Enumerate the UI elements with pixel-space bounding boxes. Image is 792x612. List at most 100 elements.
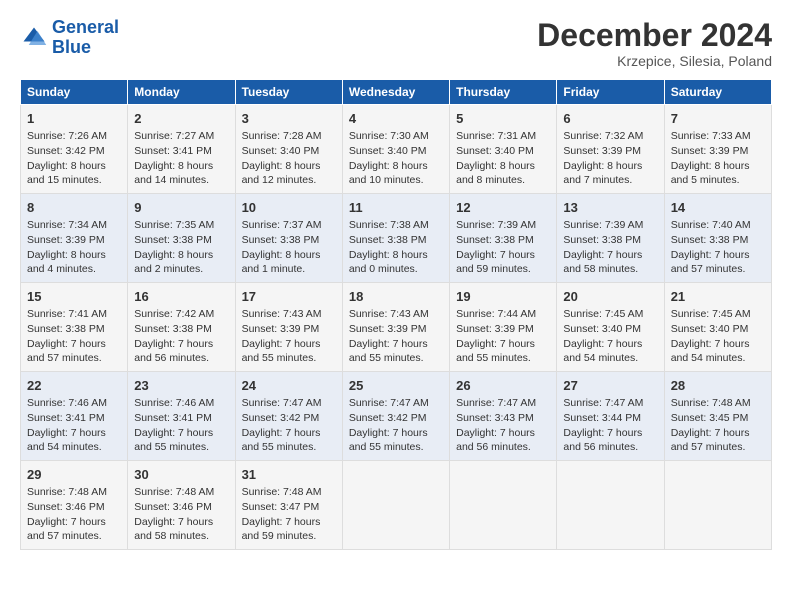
table-row: 19Sunrise: 7:44 AMSunset: 3:39 PMDayligh…	[450, 283, 557, 372]
col-thursday: Thursday	[450, 80, 557, 105]
sunset: Sunset: 3:40 PM	[671, 323, 749, 335]
daylight: Daylight: 7 hours and 55 minutes.	[242, 427, 321, 454]
sunrise: Sunrise: 7:46 AM	[134, 397, 214, 409]
sunset: Sunset: 3:42 PM	[242, 412, 320, 424]
daylight: Daylight: 7 hours and 59 minutes.	[242, 516, 321, 543]
table-row: 23Sunrise: 7:46 AMSunset: 3:41 PMDayligh…	[128, 372, 235, 461]
sunset: Sunset: 3:42 PM	[27, 145, 105, 157]
daylight: Daylight: 8 hours and 2 minutes.	[134, 249, 213, 276]
sunset: Sunset: 3:46 PM	[27, 501, 105, 513]
daylight: Daylight: 7 hours and 56 minutes.	[563, 427, 642, 454]
table-row: 13Sunrise: 7:39 AMSunset: 3:38 PMDayligh…	[557, 194, 664, 283]
logo-icon	[20, 24, 48, 52]
calendar-body: 1 Sunrise: 7:26 AM Sunset: 3:42 PM Daylight…	[21, 105, 772, 550]
sunset: Sunset: 3:41 PM	[134, 145, 212, 157]
daylight: Daylight: 7 hours and 55 minutes.	[349, 427, 428, 454]
day-number: 11	[349, 199, 443, 217]
header: General Blue December 2024 Krzepice, Sil…	[20, 18, 772, 69]
sunrise: Sunrise: 7:48 AM	[242, 486, 322, 498]
sunrise: Sunrise: 7:26 AM	[27, 130, 107, 142]
table-row: 2Sunrise: 7:27 AMSunset: 3:41 PMDaylight…	[128, 105, 235, 194]
sunset: Sunset: 3:39 PM	[456, 323, 534, 335]
table-row: 20Sunrise: 7:45 AMSunset: 3:40 PMDayligh…	[557, 283, 664, 372]
day-number: 12	[456, 199, 550, 217]
sunset: Sunset: 3:40 PM	[349, 145, 427, 157]
sunset: Sunset: 3:46 PM	[134, 501, 212, 513]
table-row: 14Sunrise: 7:40 AMSunset: 3:38 PMDayligh…	[664, 194, 771, 283]
sunset: Sunset: 3:38 PM	[456, 234, 534, 246]
sunrise: Sunrise: 7:47 AM	[456, 397, 536, 409]
table-row: 5Sunrise: 7:31 AMSunset: 3:40 PMDaylight…	[450, 105, 557, 194]
daylight: Daylight: 7 hours and 54 minutes.	[671, 338, 750, 365]
sunset: Sunset: 3:42 PM	[349, 412, 427, 424]
daylight: Daylight: 8 hours and 4 minutes.	[27, 249, 106, 276]
day-number: 22	[27, 377, 121, 395]
daylight: Daylight: 8 hours and 7 minutes.	[563, 160, 642, 187]
sunrise: Sunrise: 7:47 AM	[349, 397, 429, 409]
col-monday: Monday	[128, 80, 235, 105]
sunset: Sunset: 3:38 PM	[349, 234, 427, 246]
sunset: Sunset: 3:39 PM	[671, 145, 749, 157]
day-number: 20	[563, 288, 657, 306]
table-row: 16Sunrise: 7:42 AMSunset: 3:38 PMDayligh…	[128, 283, 235, 372]
calendar-row: 29Sunrise: 7:48 AMSunset: 3:46 PMDayligh…	[21, 460, 772, 549]
daylight: Daylight: 8 hours and 5 minutes.	[671, 160, 750, 187]
table-row: 18Sunrise: 7:43 AMSunset: 3:39 PMDayligh…	[342, 283, 449, 372]
day-number: 30	[134, 466, 228, 484]
sunset: Sunset: 3:38 PM	[134, 323, 212, 335]
daylight: Daylight: 7 hours and 57 minutes.	[27, 338, 106, 365]
table-row: 10Sunrise: 7:37 AMSunset: 3:38 PMDayligh…	[235, 194, 342, 283]
daylight: Daylight: 7 hours and 58 minutes.	[134, 516, 213, 543]
table-row: 27Sunrise: 7:47 AMSunset: 3:44 PMDayligh…	[557, 372, 664, 461]
day-number: 31	[242, 466, 336, 484]
daylight: Daylight: 8 hours and 15 minutes.	[27, 160, 106, 187]
day-number: 6	[563, 110, 657, 128]
sunrise: Sunrise: 7:28 AM	[242, 130, 322, 142]
sunset: Sunset: 3:39 PM	[563, 145, 641, 157]
sunrise: Sunrise: 7:39 AM	[563, 219, 643, 231]
table-row	[664, 460, 771, 549]
sunset: Sunset: 3:39 PM	[27, 234, 105, 246]
calendar-row: 15Sunrise: 7:41 AMSunset: 3:38 PMDayligh…	[21, 283, 772, 372]
table-row: 15Sunrise: 7:41 AMSunset: 3:38 PMDayligh…	[21, 283, 128, 372]
sunset: Sunset: 3:41 PM	[134, 412, 212, 424]
day-number: 21	[671, 288, 765, 306]
sunrise: Sunrise: 7:32 AM	[563, 130, 643, 142]
day-number: 3	[242, 110, 336, 128]
col-wednesday: Wednesday	[342, 80, 449, 105]
sunrise: Sunrise: 7:39 AM	[456, 219, 536, 231]
day-number: 10	[242, 199, 336, 217]
daylight: Daylight: 7 hours and 55 minutes.	[242, 338, 321, 365]
table-row: 29Sunrise: 7:48 AMSunset: 3:46 PMDayligh…	[21, 460, 128, 549]
daylight: Daylight: 8 hours and 12 minutes.	[242, 160, 321, 187]
sunset: Sunset: 3:43 PM	[456, 412, 534, 424]
sunrise: Sunrise: 7:47 AM	[563, 397, 643, 409]
sunrise: Sunrise: 7:30 AM	[349, 130, 429, 142]
day-number: 19	[456, 288, 550, 306]
sunrise: Sunrise: 7:37 AM	[242, 219, 322, 231]
title-block: December 2024 Krzepice, Silesia, Poland	[537, 18, 772, 69]
table-row: 8Sunrise: 7:34 AMSunset: 3:39 PMDaylight…	[21, 194, 128, 283]
table-row: 28Sunrise: 7:48 AMSunset: 3:45 PMDayligh…	[664, 372, 771, 461]
sunset: Sunset: 3:39 PM	[242, 323, 320, 335]
day-number: 16	[134, 288, 228, 306]
table-row: 24Sunrise: 7:47 AMSunset: 3:42 PMDayligh…	[235, 372, 342, 461]
day-number: 27	[563, 377, 657, 395]
day-number: 28	[671, 377, 765, 395]
sunrise: Sunrise: 7:48 AM	[27, 486, 107, 498]
sunset: Sunset: 3:40 PM	[456, 145, 534, 157]
logo-general: General	[52, 17, 119, 37]
day-number: 1	[27, 110, 121, 128]
day-number: 14	[671, 199, 765, 217]
sunrise: Sunrise: 7:48 AM	[134, 486, 214, 498]
logo-blue: Blue	[52, 37, 91, 57]
daylight: Daylight: 7 hours and 57 minutes.	[27, 516, 106, 543]
calendar-table: Sunday Monday Tuesday Wednesday Thursday…	[20, 79, 772, 550]
sunset: Sunset: 3:40 PM	[563, 323, 641, 335]
daylight: Daylight: 7 hours and 57 minutes.	[671, 249, 750, 276]
daylight: Daylight: 7 hours and 55 minutes.	[349, 338, 428, 365]
table-row	[450, 460, 557, 549]
day-number: 9	[134, 199, 228, 217]
subtitle: Krzepice, Silesia, Poland	[537, 53, 772, 69]
daylight: Daylight: 8 hours and 1 minute.	[242, 249, 321, 276]
